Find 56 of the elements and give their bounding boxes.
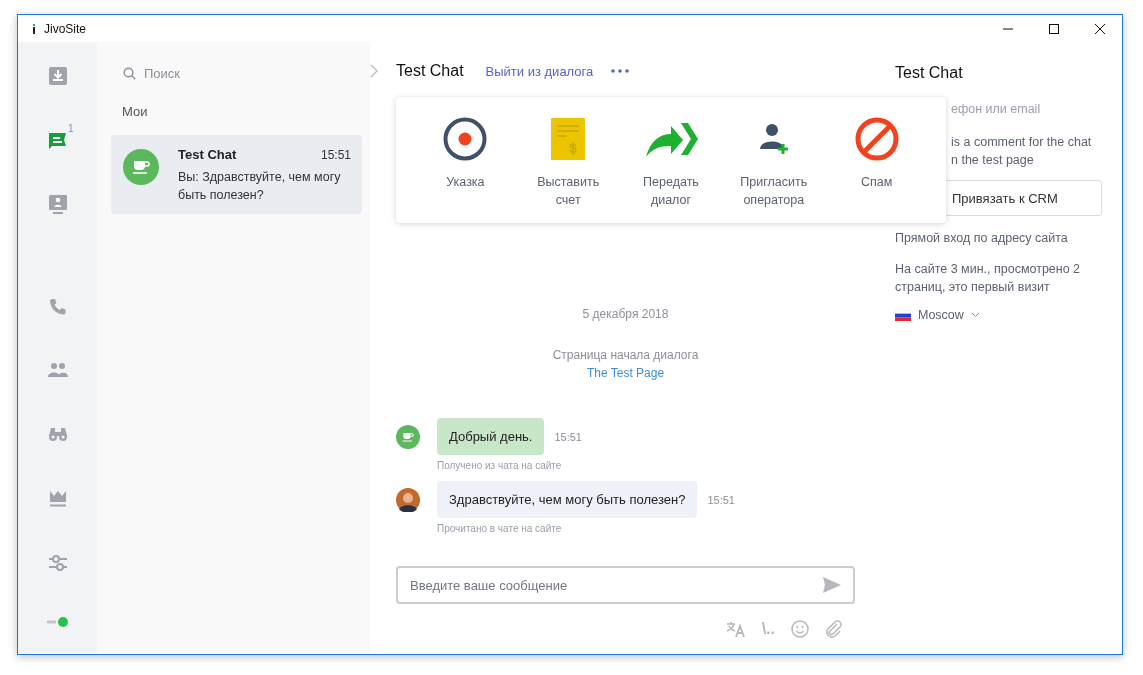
window-title: JivoSite <box>44 21 87 36</box>
message-status: Получено из чата на сайте <box>437 460 563 471</box>
chat-list-item[interactable]: Test Chat 15:51 Вы: Здравствуйте, чем могу быть полезен? <box>111 135 362 214</box>
visit-info: На сайте 3 мин., просмотрено 2 страниц, это первый визит <box>895 261 1082 296</box>
message-bubble: Добрый день. <box>437 418 545 455</box>
attach-icon[interactable] <box>825 620 843 638</box>
chat-icon[interactable] <box>47 130 68 150</box>
people-icon[interactable] <box>47 362 68 378</box>
caret-icon[interactable] <box>970 312 980 318</box>
visit-source: Прямой вход по адресу сайта <box>895 230 1069 247</box>
invoice-icon <box>550 117 587 161</box>
inbox-icon[interactable] <box>47 66 68 86</box>
search-field[interactable]: Поиск <box>144 66 344 81</box>
binoculars-icon[interactable] <box>47 426 68 442</box>
menu-action[interactable]: Указка <box>414 117 517 223</box>
start-page-link[interactable]: The Test Page <box>586 366 665 380</box>
contact-card-icon[interactable] <box>47 194 68 216</box>
translate-icon[interactable] <box>725 621 746 637</box>
leave-dialog-link[interactable]: Выйти из диалога <box>485 63 594 79</box>
search-icon <box>123 67 136 80</box>
message-time: 15:51 <box>554 430 582 443</box>
close-icon[interactable] <box>1094 22 1106 35</box>
menu-action[interactable]: Передать диалог <box>619 117 723 223</box>
message-field[interactable]: Введите ваше сообщение <box>396 566 855 604</box>
operator-avatar-icon <box>396 487 420 512</box>
start-page-label: Страница начала диалога <box>551 348 700 362</box>
flag-icon <box>895 309 911 321</box>
comment-text: is a comment for the chat n the test page <box>950 134 1093 169</box>
message-bubble: Здравствуйте, чем могу быть полезен? <box>437 481 698 518</box>
send-icon[interactable] <box>823 577 841 593</box>
visitor-avatar-icon <box>123 149 159 185</box>
chat-preview: Вы: Здравствуйте, чем могу быть полезен? <box>178 169 342 204</box>
chat-time: 15:51 <box>320 148 351 162</box>
emoji-icon[interactable] <box>791 620 809 638</box>
phone-icon[interactable] <box>48 298 67 316</box>
more-icon[interactable] <box>611 69 630 73</box>
section-heading: Мои <box>122 104 149 119</box>
app-icon <box>30 22 38 35</box>
message-status: Прочитано в чате на сайте <box>437 523 563 534</box>
chat-title: Test Chat <box>396 62 464 80</box>
menu-action[interactable]: Пригласить оператора <box>722 117 826 223</box>
status-toggle[interactable] <box>46 616 69 628</box>
message-time: 15:51 <box>707 493 735 506</box>
crown-icon[interactable] <box>47 490 68 507</box>
location-dropdown[interactable]: Moscow <box>918 308 964 322</box>
maximize-icon[interactable] <box>1048 22 1060 35</box>
chat-name: Test Chat <box>178 147 237 162</box>
pointer-target-icon <box>443 117 488 161</box>
menu-action[interactable]: Выставить счет <box>516 117 620 223</box>
unread-count: 1 <box>67 123 74 134</box>
collapse-chevron-icon[interactable] <box>370 64 378 78</box>
date-separator: 5 декабря 2018 <box>581 307 670 321</box>
visitor-avatar-icon <box>396 424 420 449</box>
settings-sliders-icon[interactable] <box>47 554 68 572</box>
visitor-title: Test Chat <box>895 64 964 82</box>
block-icon <box>854 117 899 161</box>
